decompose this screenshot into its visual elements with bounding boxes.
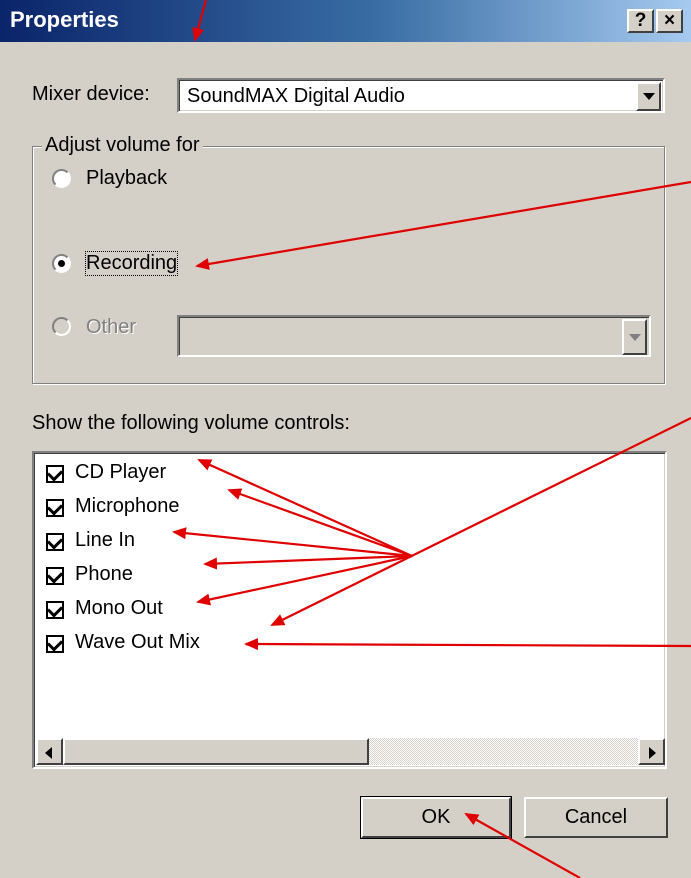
adjust-volume-group-label: Adjust volume for [42,134,203,157]
list-item-label: Line In [75,529,136,551]
list-item-label: CD Player [75,461,167,483]
checkbox-phone[interactable] [46,567,64,585]
chevron-down-icon [629,334,641,341]
checkbox-mono-out[interactable] [46,601,64,619]
list-item-label: Wave Out Mix [75,631,200,653]
checkbox-line-in[interactable] [46,533,64,551]
checkbox-microphone[interactable] [46,499,64,517]
radio-other [52,317,71,336]
check-icon [46,533,64,550]
check-icon [46,635,64,652]
check-icon [46,465,64,482]
horizontal-scrollbar[interactable] [36,738,665,765]
check-icon [46,601,64,618]
arrow-left-icon [45,747,52,759]
volume-controls-list[interactable]: CD Player Microphone Line In Phone Mono … [32,451,667,769]
radio-playback[interactable] [52,169,71,188]
scrollbar-thumb[interactable] [63,738,369,765]
checkbox-cd-player[interactable] [46,465,64,483]
ok-button[interactable]: OK [360,796,512,839]
list-item-label: Mono Out [75,597,163,619]
scroll-right-button[interactable] [638,738,665,765]
radio-playback-label[interactable]: Playback [86,167,167,190]
chevron-down-icon [643,93,655,100]
other-dropdown-button [622,319,647,355]
window-title: Properties [10,7,119,32]
close-button[interactable]: × [656,9,683,33]
checkbox-wave-out-mix[interactable] [46,635,64,653]
title-bar[interactable]: Properties ? × [0,0,691,42]
list-item-label: Microphone [75,495,180,517]
mixer-device-label: Mixer device: [32,83,150,105]
cancel-button[interactable]: Cancel [524,797,668,838]
volume-controls-label: Show the following volume controls: [32,412,350,434]
scroll-left-button[interactable] [36,738,63,765]
other-device-select [177,315,651,357]
radio-recording[interactable] [52,254,71,273]
mixer-device-select[interactable]: SoundMAX Digital Audio [177,78,665,113]
check-icon [46,567,64,584]
mixer-device-dropdown-button[interactable] [636,82,661,111]
radio-recording-label[interactable]: Recording [84,251,179,276]
radio-other-label: Other [86,316,137,338]
list-item-label: Phone [75,563,133,585]
check-icon [46,499,64,516]
mixer-device-value: SoundMAX Digital Audio [187,85,405,107]
help-button[interactable]: ? [627,9,654,33]
arrow-right-icon [649,747,656,759]
radio-selected-dot [58,260,65,267]
